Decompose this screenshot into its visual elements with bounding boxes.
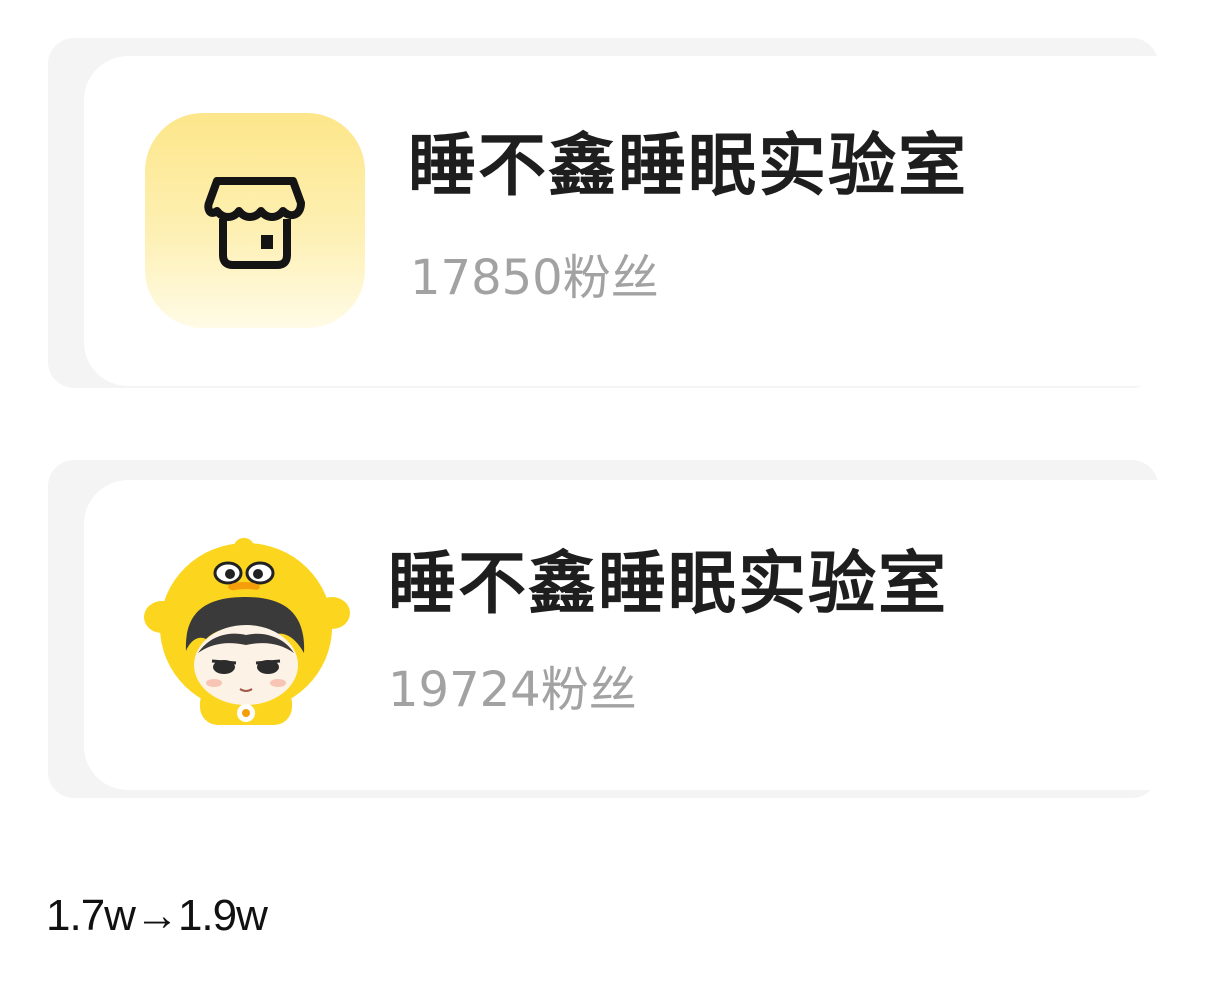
follower-count: 19724粉丝 (388, 662, 637, 718)
follower-growth-caption: 1.7w→1.9w (46, 891, 268, 940)
store-name: 睡不鑫睡眠实验室 (388, 545, 949, 624)
follower-count: 17850粉丝 (410, 250, 659, 306)
store-avatar[interactable] (145, 113, 365, 328)
shop-icon (204, 177, 305, 269)
store-name: 睡不鑫睡眠实验室 (408, 127, 969, 206)
page: 睡不鑫睡眠实验室 17850粉丝 睡不鑫睡眠实验室 19724粉丝 1.7w→1… (0, 0, 1206, 1005)
duck-mascot-avatar[interactable] (140, 535, 355, 730)
